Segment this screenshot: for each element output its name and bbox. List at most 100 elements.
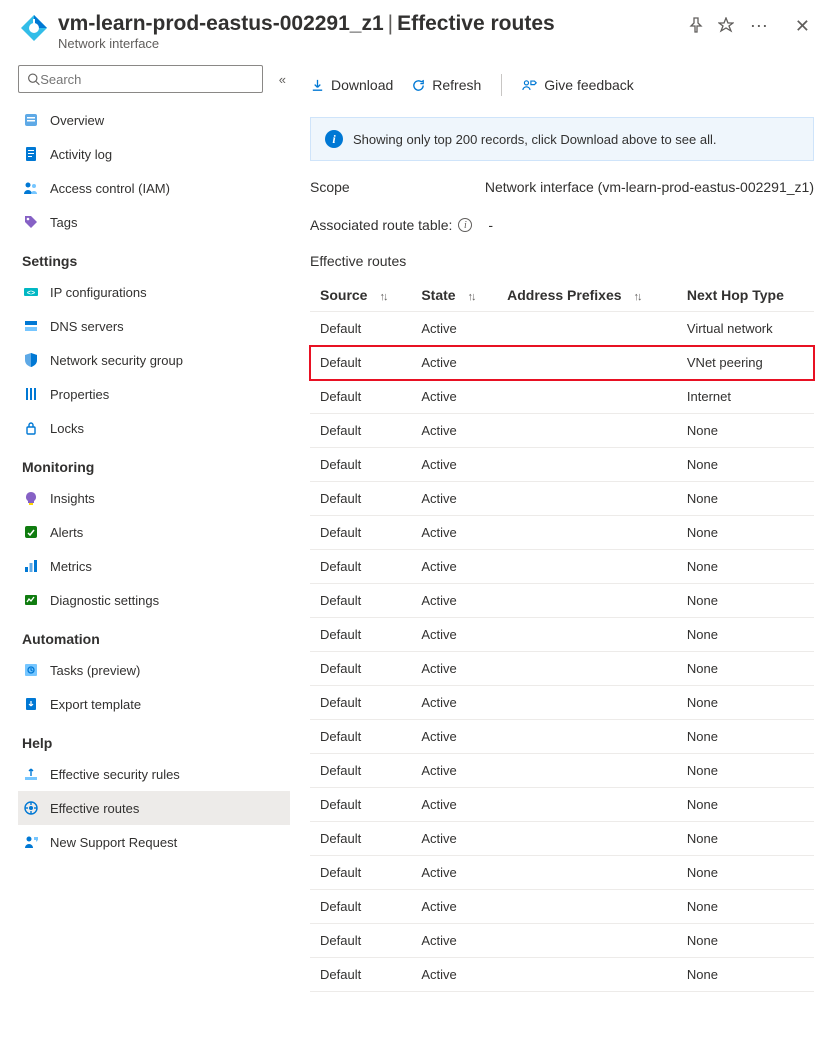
- sidebar-item-eff-routes[interactable]: Effective routes: [18, 791, 290, 825]
- cell-prefixes: [497, 720, 677, 754]
- cell-state: Active: [411, 958, 497, 992]
- cell-source: Default: [310, 720, 411, 754]
- col-label: State: [421, 287, 455, 303]
- sidebar-item-activity-log[interactable]: Activity log: [18, 137, 290, 171]
- support-icon: [22, 833, 40, 851]
- table-row[interactable]: DefaultActiveInternet: [310, 380, 814, 414]
- table-row[interactable]: DefaultActiveNone: [310, 414, 814, 448]
- table-row[interactable]: DefaultActiveNone: [310, 448, 814, 482]
- cell-prefixes: [497, 652, 677, 686]
- cell-state: Active: [411, 924, 497, 958]
- table-row[interactable]: DefaultActiveNone: [310, 550, 814, 584]
- associated-route-table-row: Associated route table: i -: [310, 217, 814, 233]
- sidebar-item-overview[interactable]: Overview: [18, 103, 290, 137]
- blade-subtitle: Network interface: [58, 36, 688, 51]
- table-row[interactable]: DefaultActiveNone: [310, 958, 814, 992]
- cell-prefixes: [497, 754, 677, 788]
- cell-next_hop: None: [677, 686, 814, 720]
- favorite-icon[interactable]: [718, 17, 734, 36]
- sidebar-item-metrics[interactable]: Metrics: [18, 549, 290, 583]
- table-row[interactable]: DefaultActiveNone: [310, 890, 814, 924]
- table-row[interactable]: DefaultActiveNone: [310, 686, 814, 720]
- cell-state: Active: [411, 754, 497, 788]
- sidebar-item-ip-configurations[interactable]: <>IP configurations: [18, 275, 290, 309]
- access-control-icon: [22, 179, 40, 197]
- cell-source: Default: [310, 584, 411, 618]
- table-row[interactable]: DefaultActiveNone: [310, 618, 814, 652]
- sidebar-item-alerts[interactable]: Alerts: [18, 515, 290, 549]
- sidebar-item-label: Tags: [50, 215, 77, 230]
- cell-next_hop: None: [677, 584, 814, 618]
- sidebar-search[interactable]: [18, 65, 263, 93]
- more-icon[interactable]: ⋯: [748, 16, 771, 37]
- cell-prefixes: [497, 312, 677, 346]
- scope-label: Scope: [310, 179, 480, 195]
- collapse-sidebar-icon[interactable]: «: [275, 72, 290, 87]
- cell-state: Active: [411, 584, 497, 618]
- info-icon: i: [325, 130, 343, 148]
- cell-prefixes: [497, 550, 677, 584]
- sidebar-item-eff-sec-rules[interactable]: Effective security rules: [18, 757, 290, 791]
- blade-header: vm-learn-prod-eastus-002291_z1 | Effecti…: [0, 0, 828, 59]
- pin-icon[interactable]: [688, 17, 704, 36]
- info-circle-icon[interactable]: i: [458, 218, 472, 232]
- table-row[interactable]: DefaultActiveNone: [310, 754, 814, 788]
- col-header[interactable]: Address Prefixes↑↓: [497, 279, 677, 312]
- table-row[interactable]: DefaultActiveNone: [310, 652, 814, 686]
- diagnostic-settings-icon: [22, 591, 40, 609]
- sidebar-item-label: Alerts: [50, 525, 83, 540]
- cell-next_hop: None: [677, 754, 814, 788]
- sidebar-item-diagnostic-settings[interactable]: Diagnostic settings: [18, 583, 290, 617]
- svg-text:<>: <>: [27, 290, 35, 297]
- cell-source: Default: [310, 414, 411, 448]
- table-row[interactable]: DefaultActiveNone: [310, 822, 814, 856]
- table-row[interactable]: DefaultActiveNone: [310, 924, 814, 958]
- sidebar-item-tags[interactable]: Tags: [18, 205, 290, 239]
- eff-routes-icon: [22, 799, 40, 817]
- table-row[interactable]: DefaultActiveNone: [310, 788, 814, 822]
- sidebar-item-nsg[interactable]: Network security group: [18, 343, 290, 377]
- col-header[interactable]: State↑↓: [411, 279, 497, 312]
- sidebar-item-properties[interactable]: Properties: [18, 377, 290, 411]
- refresh-button[interactable]: Refresh: [411, 77, 481, 93]
- associated-value: -: [488, 217, 493, 233]
- cell-source: Default: [310, 788, 411, 822]
- sidebar-item-support[interactable]: New Support Request: [18, 825, 290, 859]
- search-input[interactable]: [40, 72, 254, 87]
- table-row[interactable]: DefaultActive None: [310, 584, 814, 618]
- cell-source: Default: [310, 822, 411, 856]
- sidebar-item-locks[interactable]: Locks: [18, 411, 290, 445]
- col-header[interactable]: Next Hop Type: [677, 279, 814, 312]
- cell-state: Active: [411, 380, 497, 414]
- table-row[interactable]: DefaultActiveNone: [310, 856, 814, 890]
- alerts-icon: [22, 523, 40, 541]
- sidebar-item-dns-servers[interactable]: DNS servers: [18, 309, 290, 343]
- sidebar-item-tasks[interactable]: Tasks (preview): [18, 653, 290, 687]
- col-header[interactable]: Source↑↓: [310, 279, 411, 312]
- cell-state: Active: [411, 550, 497, 584]
- cell-state: Active: [411, 856, 497, 890]
- cell-next_hop: Virtual network: [677, 312, 814, 346]
- table-row[interactable]: DefaultActiveVNet peering: [310, 346, 814, 380]
- close-icon[interactable]: ✕: [795, 16, 810, 37]
- scope-value: Network interface (vm-learn-prod-eastus-…: [480, 179, 814, 195]
- cell-source: Default: [310, 482, 411, 516]
- cell-next_hop: None: [677, 448, 814, 482]
- info-text: Showing only top 200 records, click Down…: [353, 132, 717, 147]
- table-row[interactable]: DefaultActiveNone: [310, 516, 814, 550]
- cell-source: Default: [310, 890, 411, 924]
- cell-source: Default: [310, 550, 411, 584]
- table-row[interactable]: DefaultActiveVirtual network: [310, 312, 814, 346]
- sidebar-item-export-template[interactable]: Export template: [18, 687, 290, 721]
- cell-next_hop: None: [677, 414, 814, 448]
- download-button[interactable]: Download: [310, 77, 393, 93]
- table-row[interactable]: DefaultActiveNone: [310, 720, 814, 754]
- feedback-button[interactable]: Give feedback: [522, 77, 634, 93]
- cell-next_hop: None: [677, 958, 814, 992]
- table-row[interactable]: DefaultActiveNone: [310, 482, 814, 516]
- cell-next_hop: None: [677, 482, 814, 516]
- sidebar-item-insights[interactable]: Insights: [18, 481, 290, 515]
- cell-state: Active: [411, 618, 497, 652]
- sidebar-item-access-control[interactable]: Access control (IAM): [18, 171, 290, 205]
- cell-state: Active: [411, 788, 497, 822]
